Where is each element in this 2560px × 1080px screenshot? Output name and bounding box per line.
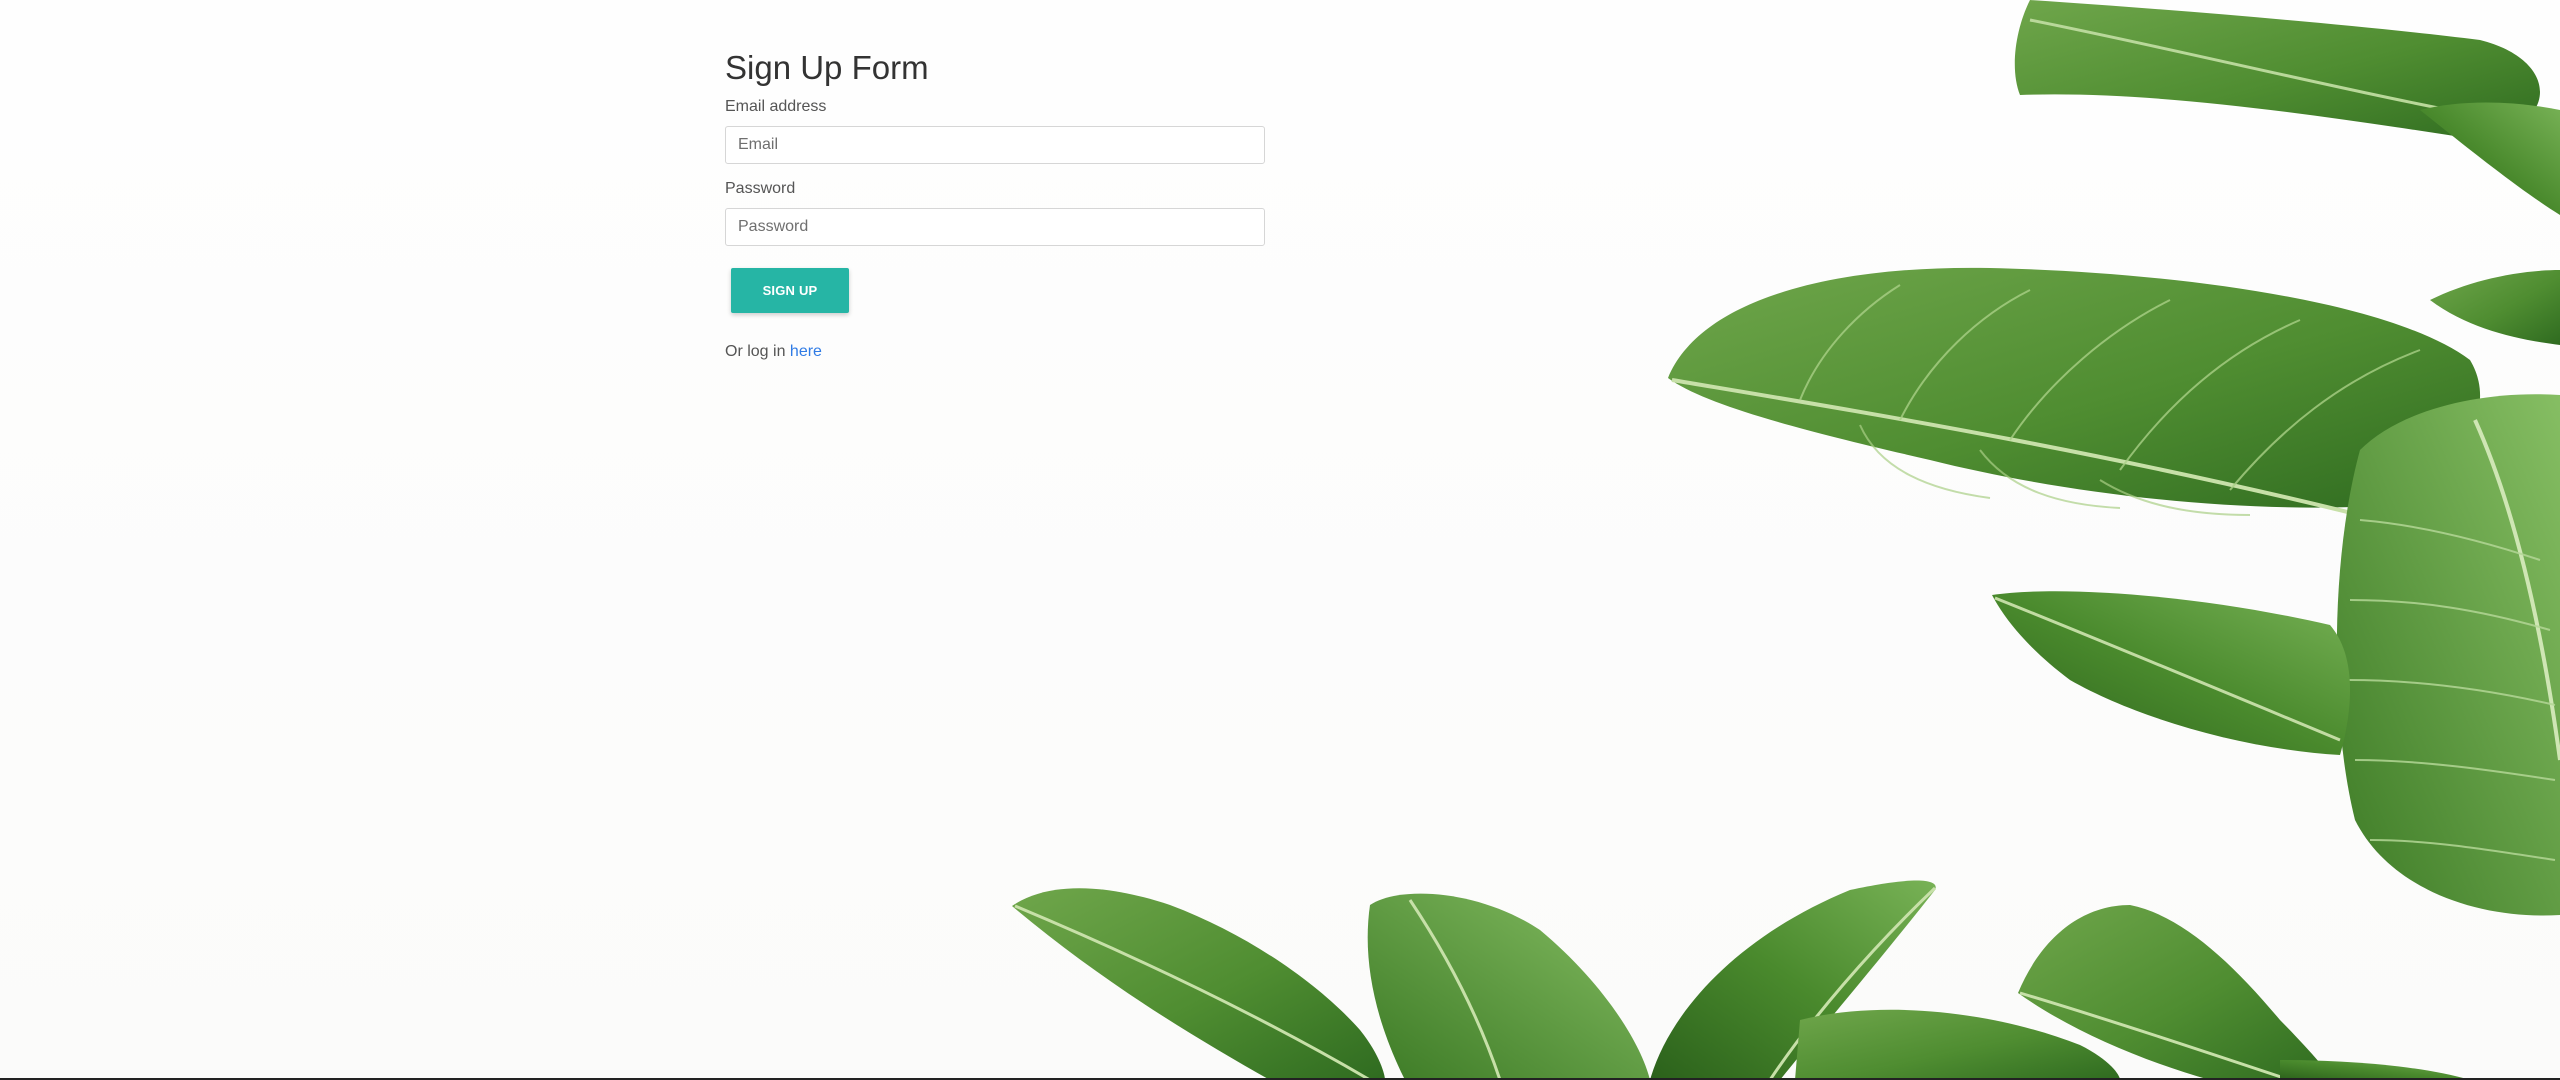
login-prefix-text: Or log in bbox=[725, 343, 790, 360]
leaf-bottom-left bbox=[1012, 888, 1385, 1080]
email-input[interactable] bbox=[725, 126, 1265, 164]
leaf-center-large bbox=[1668, 267, 2481, 522]
leaf-mid-right bbox=[1992, 591, 2350, 755]
leaf-right-broad bbox=[2336, 394, 2560, 916]
form-title: Sign Up Form bbox=[725, 49, 929, 86]
email-label: Email address bbox=[725, 98, 827, 115]
plant-backdrop-image bbox=[1012, 0, 2560, 1080]
password-label: Password bbox=[725, 180, 796, 197]
password-input[interactable] bbox=[725, 208, 1265, 246]
login-link[interactable]: here bbox=[790, 343, 822, 360]
signup-button[interactable]: SIGN UP bbox=[731, 268, 849, 313]
leaf-upper-right-edge bbox=[2420, 102, 2560, 345]
leaf-bottom-right bbox=[2018, 905, 2470, 1080]
leaf-bottom-center bbox=[1367, 880, 2120, 1080]
signup-page: Sign Up Form Email address Password SIGN… bbox=[0, 0, 2560, 1080]
leaf-top-right bbox=[2014, 0, 2540, 140]
login-prompt: Or log in here bbox=[725, 341, 1265, 363]
signup-form: Sign Up Form Email address Password SIGN… bbox=[725, 46, 1265, 363]
